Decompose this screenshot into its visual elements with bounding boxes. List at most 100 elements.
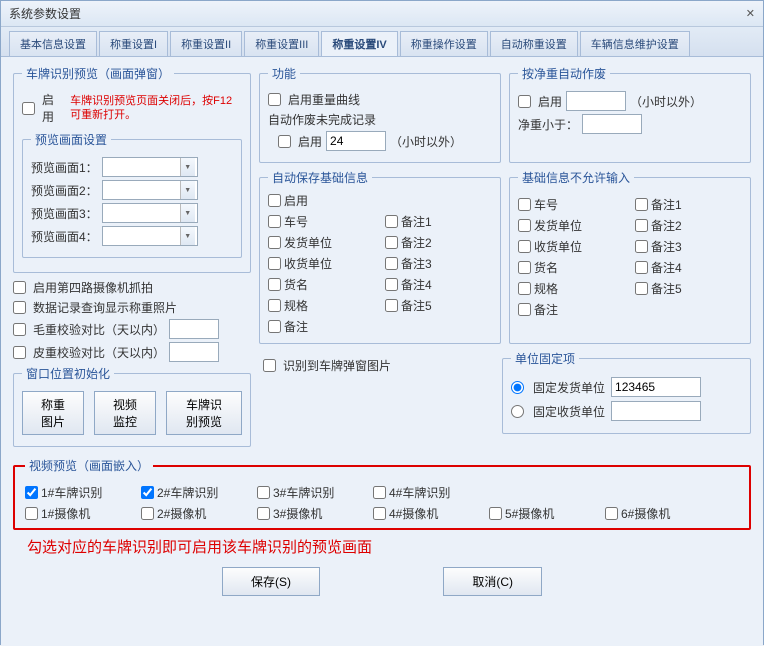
screens-legend: 预览画面设置: [31, 131, 111, 148]
tab-6[interactable]: 自动称重设置: [490, 31, 578, 56]
screen-combo-0[interactable]: [102, 157, 198, 177]
noinput-chk-2-1[interactable]: [635, 219, 648, 232]
camera-6-checkbox[interactable]: [605, 507, 618, 520]
camera-2-label: 2#摄像机: [157, 505, 206, 522]
autosave-chk-4-0[interactable]: [268, 278, 281, 291]
tab-5[interactable]: 称重操作设置: [400, 31, 488, 56]
net-discard-hours-input[interactable]: [566, 91, 626, 111]
autosave-chk-0-0[interactable]: [268, 194, 281, 207]
autosave-chk-1-0[interactable]: [268, 215, 281, 228]
autosave-lbl-1-0: 车号: [284, 213, 308, 230]
tab-2[interactable]: 称重设置II: [170, 31, 242, 56]
net-discard-enable-checkbox[interactable]: [518, 95, 531, 108]
tab-1[interactable]: 称重设置I: [99, 31, 168, 56]
autosave-chk-4-1[interactable]: [385, 278, 398, 291]
auto-discard-enable-label: 启用: [298, 133, 322, 150]
camera-1-checkbox[interactable]: [25, 507, 38, 520]
noinput-chk-1-1[interactable]: [635, 198, 648, 211]
plate-rec-3-checkbox[interactable]: [257, 486, 270, 499]
tabs: 基本信息设置称重设置I称重设置II称重设置III称重设置IV称重操作设置自动称重…: [1, 27, 763, 57]
tare-check-checkbox[interactable]: [13, 346, 26, 359]
auto-discard-label: 自动作废未完成记录: [268, 111, 492, 128]
camera-4-checkbox[interactable]: [373, 507, 386, 520]
autosave-lbl-1-1: 备注1: [401, 213, 432, 230]
noinput-chk-6-0[interactable]: [518, 303, 531, 316]
cancel-button[interactable]: 取消(C): [443, 567, 542, 596]
tab-4[interactable]: 称重设置IV: [321, 31, 397, 56]
plate-preview-legend: 车牌识别预览（画面弹窗）: [22, 65, 174, 82]
camera-2-checkbox[interactable]: [141, 507, 154, 520]
auto-discard-enable-checkbox[interactable]: [278, 135, 291, 148]
noinput-chk-4-1[interactable]: [635, 261, 648, 274]
autosave-lbl-3-0: 收货单位: [284, 255, 332, 272]
showphoto-checkbox[interactable]: [13, 301, 26, 314]
camera-3-checkbox[interactable]: [257, 507, 270, 520]
tab-7[interactable]: 车辆信息维护设置: [580, 31, 690, 56]
fixed-recv-input[interactable]: [611, 401, 701, 421]
plate-enable-label: 启用: [42, 91, 60, 125]
cam4-checkbox[interactable]: [13, 281, 26, 294]
popup-img-checkbox[interactable]: [263, 359, 276, 372]
plate-rec-2-checkbox[interactable]: [141, 486, 154, 499]
plate-rec-1-checkbox[interactable]: [25, 486, 38, 499]
noinput-group: 基础信息不允许输入 车号备注1发货单位备注2收货单位备注3货名备注4规格备注5备…: [509, 169, 751, 344]
screen-label-1: 预览画面2：: [31, 182, 98, 199]
noinput-chk-2-0[interactable]: [518, 219, 531, 232]
noinput-chk-4-0[interactable]: [518, 261, 531, 274]
tare-days-input[interactable]: [169, 342, 219, 362]
noinput-chk-5-0[interactable]: [518, 282, 531, 295]
noinput-lbl-3-0: 收货单位: [534, 238, 582, 255]
screen-combo-2[interactable]: [102, 203, 198, 223]
autosave-chk-3-0[interactable]: [268, 257, 281, 270]
tab-3[interactable]: 称重设置III: [244, 31, 319, 56]
autosave-chk-2-0[interactable]: [268, 236, 281, 249]
auto-discard-hours-input[interactable]: [326, 131, 386, 151]
autosave-lbl-0-0: 启用: [284, 192, 308, 209]
video-mon-button[interactable]: 视频监控: [94, 391, 156, 435]
tab-0[interactable]: 基本信息设置: [9, 31, 97, 56]
plate-rec-4-checkbox[interactable]: [373, 486, 386, 499]
noinput-chk-1-0[interactable]: [518, 198, 531, 211]
fixed-recv-label: 固定收货单位: [533, 403, 605, 420]
autosave-legend: 自动保存基础信息: [268, 169, 372, 186]
autosave-chk-1-1[interactable]: [385, 215, 398, 228]
autosave-lbl-2-1: 备注2: [401, 234, 432, 251]
video-preview-note: 勾选对应的车牌识别即可启用该车牌识别的预览画面: [13, 536, 751, 557]
close-icon[interactable]: ✕: [746, 7, 755, 20]
plate-preview-button[interactable]: 车牌识别预览: [166, 391, 242, 435]
fixed-recv-radio[interactable]: [511, 405, 524, 418]
noinput-chk-3-1[interactable]: [635, 240, 648, 253]
screen-combo-1[interactable]: [102, 180, 198, 200]
gross-check-checkbox[interactable]: [13, 323, 26, 336]
noinput-lbl-6-0: 备注: [534, 301, 558, 318]
fixed-ship-input[interactable]: [611, 377, 701, 397]
autosave-lbl-2-0: 发货单位: [284, 234, 332, 251]
autosave-lbl-5-1: 备注5: [401, 297, 432, 314]
autosave-chk-3-1[interactable]: [385, 257, 398, 270]
noinput-chk-5-1[interactable]: [635, 282, 648, 295]
weigh-img-button[interactable]: 称重图片: [22, 391, 84, 435]
autosave-chk-5-1[interactable]: [385, 299, 398, 312]
noinput-lbl-1-1: 备注1: [651, 196, 682, 213]
fixed-ship-radio[interactable]: [511, 381, 524, 394]
camera-4-label: 4#摄像机: [389, 505, 438, 522]
save-button[interactable]: 保存(S): [222, 567, 320, 596]
screen-label-2: 预览画面3：: [31, 205, 98, 222]
fixed-unit-legend: 单位固定项: [511, 350, 579, 367]
camera-5-checkbox[interactable]: [489, 507, 502, 520]
autosave-chk-5-0[interactable]: [268, 299, 281, 312]
gross-days-input[interactable]: [169, 319, 219, 339]
autosave-chk-6-0[interactable]: [268, 320, 281, 333]
noinput-chk-3-0[interactable]: [518, 240, 531, 253]
plate-preview-group: 车牌识别预览（画面弹窗） 启用 车牌识别预览页面关闭后，按F12可重新打开。 预…: [13, 65, 251, 273]
noinput-legend: 基础信息不允许输入: [518, 169, 634, 186]
noinput-lbl-5-0: 规格: [534, 280, 558, 297]
plate-enable-checkbox[interactable]: [22, 102, 35, 115]
weight-curve-checkbox[interactable]: [268, 93, 281, 106]
net-less-input[interactable]: [582, 114, 642, 134]
camera-5-label: 5#摄像机: [505, 505, 554, 522]
screen-label-3: 预览画面4：: [31, 228, 98, 245]
screen-label-0: 预览画面1：: [31, 159, 98, 176]
autosave-chk-2-1[interactable]: [385, 236, 398, 249]
screen-combo-3[interactable]: [102, 226, 198, 246]
